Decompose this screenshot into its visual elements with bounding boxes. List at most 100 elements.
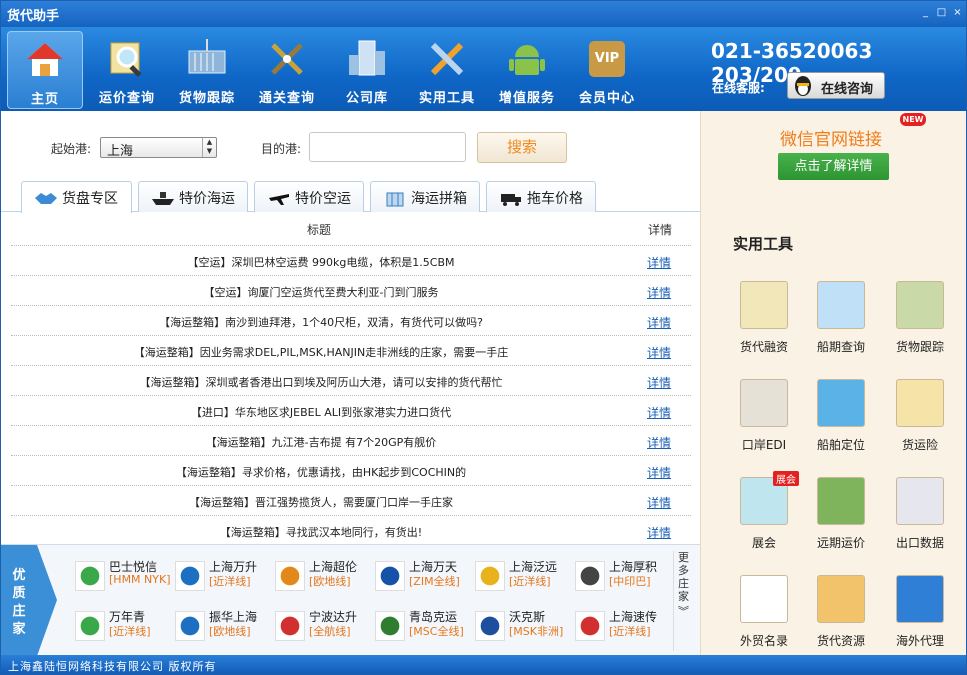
price-search-icon [110,42,142,78]
detail-link[interactable]: 详情 [647,314,671,331]
plane-icon [269,194,289,205]
expo-tag: 展会 [773,471,799,486]
detail-link[interactable]: 详情 [647,404,671,421]
detail-link[interactable]: 详情 [647,254,671,271]
home-icon [27,43,63,76]
tool-5[interactable]: 船舶定位 [804,379,878,469]
detail-link[interactable]: 详情 [647,494,671,511]
origin-port-select[interactable]: 上海 ▲ ▼ [100,137,217,159]
satellite-icon [817,379,865,427]
app-window: 货代助手 _ □ × 主页 运价查询 货物跟踪 通关查询 公司库 实用工具 增值… [0,0,967,675]
row-title[interactable]: 【海运整箱】寻找武汉本地同行，有货出! [11,524,631,540]
wechat-link-title[interactable]: 微信官网链接 [780,125,882,150]
title-bar: 货代助手 _ □ × [1,1,966,27]
nav-label: 增值服务 [498,91,555,106]
tab-special-sea[interactable]: 特价海运 [138,181,248,212]
minimize-button[interactable]: _ [919,7,932,20]
partner-item[interactable]: 万年青 [近洋线] [75,605,173,645]
row-title[interactable]: 【海运整箱】南沙到迪拜港，1个40尺柜，双清，有货代可以做吗? [11,314,631,330]
search-button[interactable]: 搜索 [477,132,567,163]
partner-route: [近洋线] [609,625,651,638]
tool-9[interactable]: 出口数据 [883,477,957,567]
tool-1[interactable]: 货代融资 [727,281,801,371]
detail-link[interactable]: 详情 [647,434,671,451]
row-title[interactable]: 【海运整箱】寻求价格，优惠请找，由HK起步到COCHIN的 [11,464,631,480]
china-map-icon [740,575,788,623]
table-row: 【海运整箱】因业务需求DEL,PIL,MSK,HANJIN走非洲线的庄家，需要一… [11,336,691,366]
nav-company-library[interactable]: 公司库 [331,31,403,109]
copyright-text: 上海鑫陆恒网络科技有限公司 版权所有 [8,660,217,673]
partner-logo [375,611,405,641]
row-title[interactable]: 【海运整箱】晋江强势揽货人，需要厦门口岸一手庄家 [11,494,631,510]
tool-label: 货代资源 [816,634,865,648]
partner-item[interactable]: 宁波达升 [全航线] [275,605,373,645]
partner-item[interactable]: 巴士悦信 [HMM NYK] [75,555,173,595]
column-title: 标题 [307,223,332,237]
row-title[interactable]: 【进口】华东地区求JEBEL ALI到张家港实力进口货代 [11,404,631,420]
restore-button[interactable]: □ [935,7,948,20]
partner-item[interactable]: 振华上海 [欧地线] [175,605,273,645]
close-button[interactable]: × [951,7,964,20]
tool-label: 货物跟踪 [895,340,944,354]
partner-item[interactable]: 上海万升 [近洋线] [175,555,273,595]
row-title[interactable]: 【海运整箱】九江港-吉布提 有7个20GP有舰价 [11,434,631,450]
partner-logo [275,561,305,591]
destination-port-input[interactable] [309,132,466,162]
learn-more-button[interactable]: 点击了解详情 [778,153,889,180]
partner-item[interactable]: 上海速传 [近洋线] [575,605,673,645]
tab-label: 海运拼箱 [411,191,467,207]
more-partners-link[interactable]: 更多庄家 ︾ [673,551,693,651]
detail-link[interactable]: 详情 [647,524,671,541]
nav-customs[interactable]: 通关查询 [251,31,323,109]
row-title[interactable]: 【海运整箱】深圳或者香港出口到埃及阿历山大港，请可以安排的货代帮忙 [11,374,631,390]
row-title[interactable]: 【海运整箱】因业务需求DEL,PIL,MSK,HANJIN走非洲线的庄家，需要一… [11,344,631,360]
partner-item[interactable]: 青岛克运 [MSC全线] [375,605,473,645]
nav-tools[interactable]: 实用工具 [411,31,483,109]
nav-price-search[interactable]: 运价查询 [91,31,163,109]
tool-3[interactable]: 货物跟踪 [883,281,957,371]
spin-arrows-icon[interactable]: ▲ ▼ [202,138,216,157]
table-row: 【海运整箱】深圳或者香港出口到埃及阿历山大港，请可以安排的货代帮忙 详情 [11,366,691,396]
tool-4[interactable]: 口岸EDI [727,379,801,469]
company-building-icon [349,40,385,76]
detail-link[interactable]: 详情 [647,344,671,361]
partner-item[interactable]: 沃克斯 [MSK非洲] [475,605,573,645]
origin-port-value: 上海 [107,144,134,159]
tool-7[interactable]: 展会 展会 [727,471,801,567]
tool-10[interactable]: 外贸名录 [727,575,801,665]
partner-item[interactable]: 上海泛远 [近洋线] [475,555,573,595]
tool-2[interactable]: 船期查询 [804,281,878,371]
status-footer: 上海鑫陆恒网络科技有限公司 版权所有 [1,655,966,674]
tool-11[interactable]: 货代资源 [804,575,878,665]
partner-item[interactable]: 上海万天 [ZIM全线] [375,555,473,595]
tool-label: 货运险 [901,438,938,452]
more-partners-label: 更多庄家 [678,551,689,603]
tool-12[interactable]: 海外代理 [883,575,957,665]
row-title[interactable]: 【空运】询厦门空运货代至费大利亚-门到门服务 [11,284,631,300]
table-row: 【空运】深圳巴林空运费 990kg电缆，体积是1.5CBM 详情 [11,246,691,276]
partners-panel: 优 质 庄 家 巴士悦信 [HMM NYK] 上海万升 [近洋线] 上海超伦 [欧地线] 上… [1,544,700,656]
partner-route: [全航线] [309,625,351,638]
partner-item[interactable]: 上海超伦 [欧地线] [275,555,373,595]
nav-member-center[interactable]: VIP 会员中心 [571,31,643,109]
crate-icon [386,192,404,207]
nav-value-added[interactable]: 增值服务 [491,31,563,109]
detail-link[interactable]: 详情 [647,464,671,481]
tab-trailer-price[interactable]: 拖车价格 [486,181,596,212]
nav-home[interactable]: 主页 [7,31,83,109]
tab-sea-lcl[interactable]: 海运拼箱 [370,181,480,212]
tab-cargo-board[interactable]: 货盘专区 [21,181,132,213]
tool-6[interactable]: 货运险 [883,379,957,469]
detail-link[interactable]: 详情 [647,284,671,301]
table-row: 【海运整箱】南沙到迪拜港，1个40尺柜，双清，有货代可以做吗? 详情 [11,306,691,336]
tool-8[interactable]: 远期运价 [804,477,878,567]
online-consult-button[interactable]: 在线咨询 [787,72,885,99]
tool-label: 出口数据 [895,536,944,550]
tab-special-air[interactable]: 特价空运 [254,181,364,212]
partner-item[interactable]: 上海厚积 [中印巴] [575,555,673,595]
detail-link[interactable]: 详情 [647,374,671,391]
nav-cargo-tracking[interactable]: 货物跟踪 [171,31,243,109]
row-title[interactable]: 【空运】深圳巴林空运费 990kg电缆，体积是1.5CBM [11,254,631,270]
table-row: 【海运整箱】寻求价格，优惠请找，由HK起步到COCHIN的 详情 [11,456,691,486]
column-detail: 详情 [648,223,673,237]
